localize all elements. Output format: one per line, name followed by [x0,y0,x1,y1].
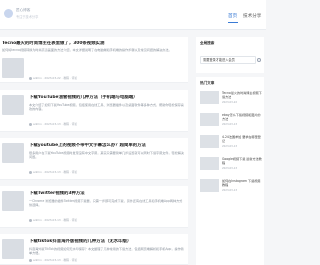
site-header: 匠心博客 专注于技术分享 首页 技术分享 [0,0,266,30]
nav-tech-share[interactable]: 技术分享 [243,14,261,20]
author-avatar-icon [29,258,32,262]
hot-article-date: 2023-03-13 [222,189,238,192]
hot-article-date: 2023-03-13 [222,167,238,170]
article-thumbnail[interactable] [2,191,24,211]
hot-article-thumbnail[interactable] [200,113,219,126]
hot-article-title[interactable]: ebay怎么下载视频和图片的方法 [222,113,262,122]
article-item[interactable]: Tecno最火的时尚博主在表里做了，300条视频实测 如何将tecno视频转换为… [0,37,188,83]
article-thumbnail[interactable] [2,143,24,163]
article-title[interactable]: 下载youtube上的视频不带中文字幕怎么办？超简单的方法 [29,143,185,148]
article-thumbnail[interactable] [2,58,24,78]
hot-article-date: 2023-03-22 [222,101,238,104]
search-panel-title: 全局搜索 [200,41,215,45]
article-list: Tecno最火的时尚博主在表里做了，300条视频实测 如何将tecno视频转换为… [0,30,190,265]
author-avatar-icon [29,76,32,80]
hot-article-title[interactable]: Google视频下载 最新方法教程 [222,157,262,166]
article-meta: admin · 2023-03-22 · 教程 · 评论 [29,76,77,80]
article-excerpt: 一Chrome 浏览器的插件Twitter视频下载器，只需一步即可完成下载，另外… [29,199,183,208]
article-meta-text: admin · 2023-03-13 · 教程 · 评论 [33,170,78,174]
article-excerpt: 如何将tecno视频转换为时尚高清画面的方法介绍，本文详细说明了在电脑端和手机端… [2,48,172,52]
article-meta-text: admin · 2023-03-13 · 教程 · 评论 [33,218,78,222]
article-item[interactable]: 下载youtube上的视频不带中文字幕怎么办？超简单的方法 很多用户在下载You… [0,138,188,180]
article-meta: admin · 2023-03-13 · 教程 · 评论 [29,122,77,126]
sidebar: 全局搜索 需要登录才能进入会员 热门文章 Tecno最火的时尚博主视频下载方法 … [196,30,266,265]
article-meta: admin · 2023-03-13 · 教程 · 评论 [29,170,77,174]
nav-active-indicator [228,22,238,23]
article-meta-text: admin · 2023-03-13 · 教程 · 评论 [33,122,78,126]
article-excerpt: 抖音海外版TikTok的视频如何无水印保存？本文整理了几种常用的下载方法，包括网… [29,247,184,256]
brand-title[interactable]: 匠心博客 [16,8,56,13]
hot-article-thumbnail[interactable] [200,157,219,170]
article-item[interactable]: 下载YouTube油管视频的几种方法（手机端与电脑端） 本文介绍了如何下载You… [0,90,188,132]
brand-subtitle: 专注于技术分享 [16,15,39,19]
article-title[interactable]: 下载Twitter视频的3种方法 [29,191,185,196]
hot-article-thumbnail[interactable] [200,91,219,104]
hot-article-date: 2023-03-13 [222,145,238,148]
article-title[interactable]: Tecno最火的时尚博主在表里做了，300条视频实测 [2,41,185,46]
hot-article-item[interactable]: Tecno最火的时尚博主视频下载方法 2023-03-22 [200,91,262,108]
search-icon[interactable] [257,58,261,62]
hot-articles-panel: 热门文章 Tecno最火的时尚博主视频下载方法 2023-03-22 ebay怎… [196,77,264,265]
article-thumbnail[interactable] [2,95,24,115]
article-item[interactable]: 下载Twitter视频的3种方法 一Chrome 浏览器的插件Twitter视频… [0,186,188,228]
article-excerpt: 很多用户在下载YouTube视频时发现没有中文字幕，其实只需要简单几步设置就可以… [29,151,184,160]
article-meta: admin · 2023-03-13 · 教程 · 评论 [29,258,77,262]
search-input[interactable]: 需要登录才能进入会员 [200,56,256,64]
article-title[interactable]: 下载tiktok抖音海外版视频的几种方法（无水印版） [29,239,185,244]
author-avatar-icon [29,170,32,174]
article-meta-text: admin · 2023-03-22 · 教程 · 评论 [33,76,78,80]
article-meta: admin · 2023-03-13 · 教程 · 评论 [29,218,77,222]
author-avatar-icon [29,122,32,126]
hot-article-title[interactable]: 4.24法国参加 要求在哪里登记 [222,135,262,144]
hot-article-item[interactable]: 4.24法国参加 要求在哪里登记 2023-03-13 [200,135,262,152]
article-meta-text: admin · 2023-03-13 · 教程 · 评论 [33,258,78,262]
search-panel: 全局搜索 需要登录才能进入会员 [196,37,264,73]
article-excerpt: 本文介绍了如何下载YouTube视频，包括使用在线工具、浏览器插件以及桌面软件等… [29,103,184,112]
article-item[interactable]: 下载tiktok抖音海外版视频的几种方法（无水印版） 抖音海外版TikTok的视… [0,234,188,265]
hot-article-title[interactable]: Tecno最火的时尚博主视频下载方法 [222,91,262,100]
author-avatar-icon [29,218,32,222]
hot-article-item[interactable]: Google视频下载 最新方法教程 2023-03-13 [200,157,262,174]
article-thumbnail[interactable] [2,239,24,259]
article-title[interactable]: 下载YouTube油管视频的几种方法（手机端与电脑端） [29,95,185,100]
hot-article-thumbnail[interactable] [200,179,219,192]
nav-home[interactable]: 首页 [228,14,237,20]
hot-article-item[interactable]: ebay怎么下载视频和图片的方法 2023-03-13 [200,113,262,130]
logo-icon[interactable] [4,9,13,18]
hot-article-item[interactable]: 如何在Instagram 下载视频教程 2023-03-13 [200,179,262,196]
hot-article-date: 2023-03-13 [222,123,238,126]
hot-article-title[interactable]: 如何在Instagram 下载视频教程 [222,179,262,188]
hot-articles-title: 热门文章 [200,81,215,85]
hot-article-thumbnail[interactable] [200,135,219,148]
